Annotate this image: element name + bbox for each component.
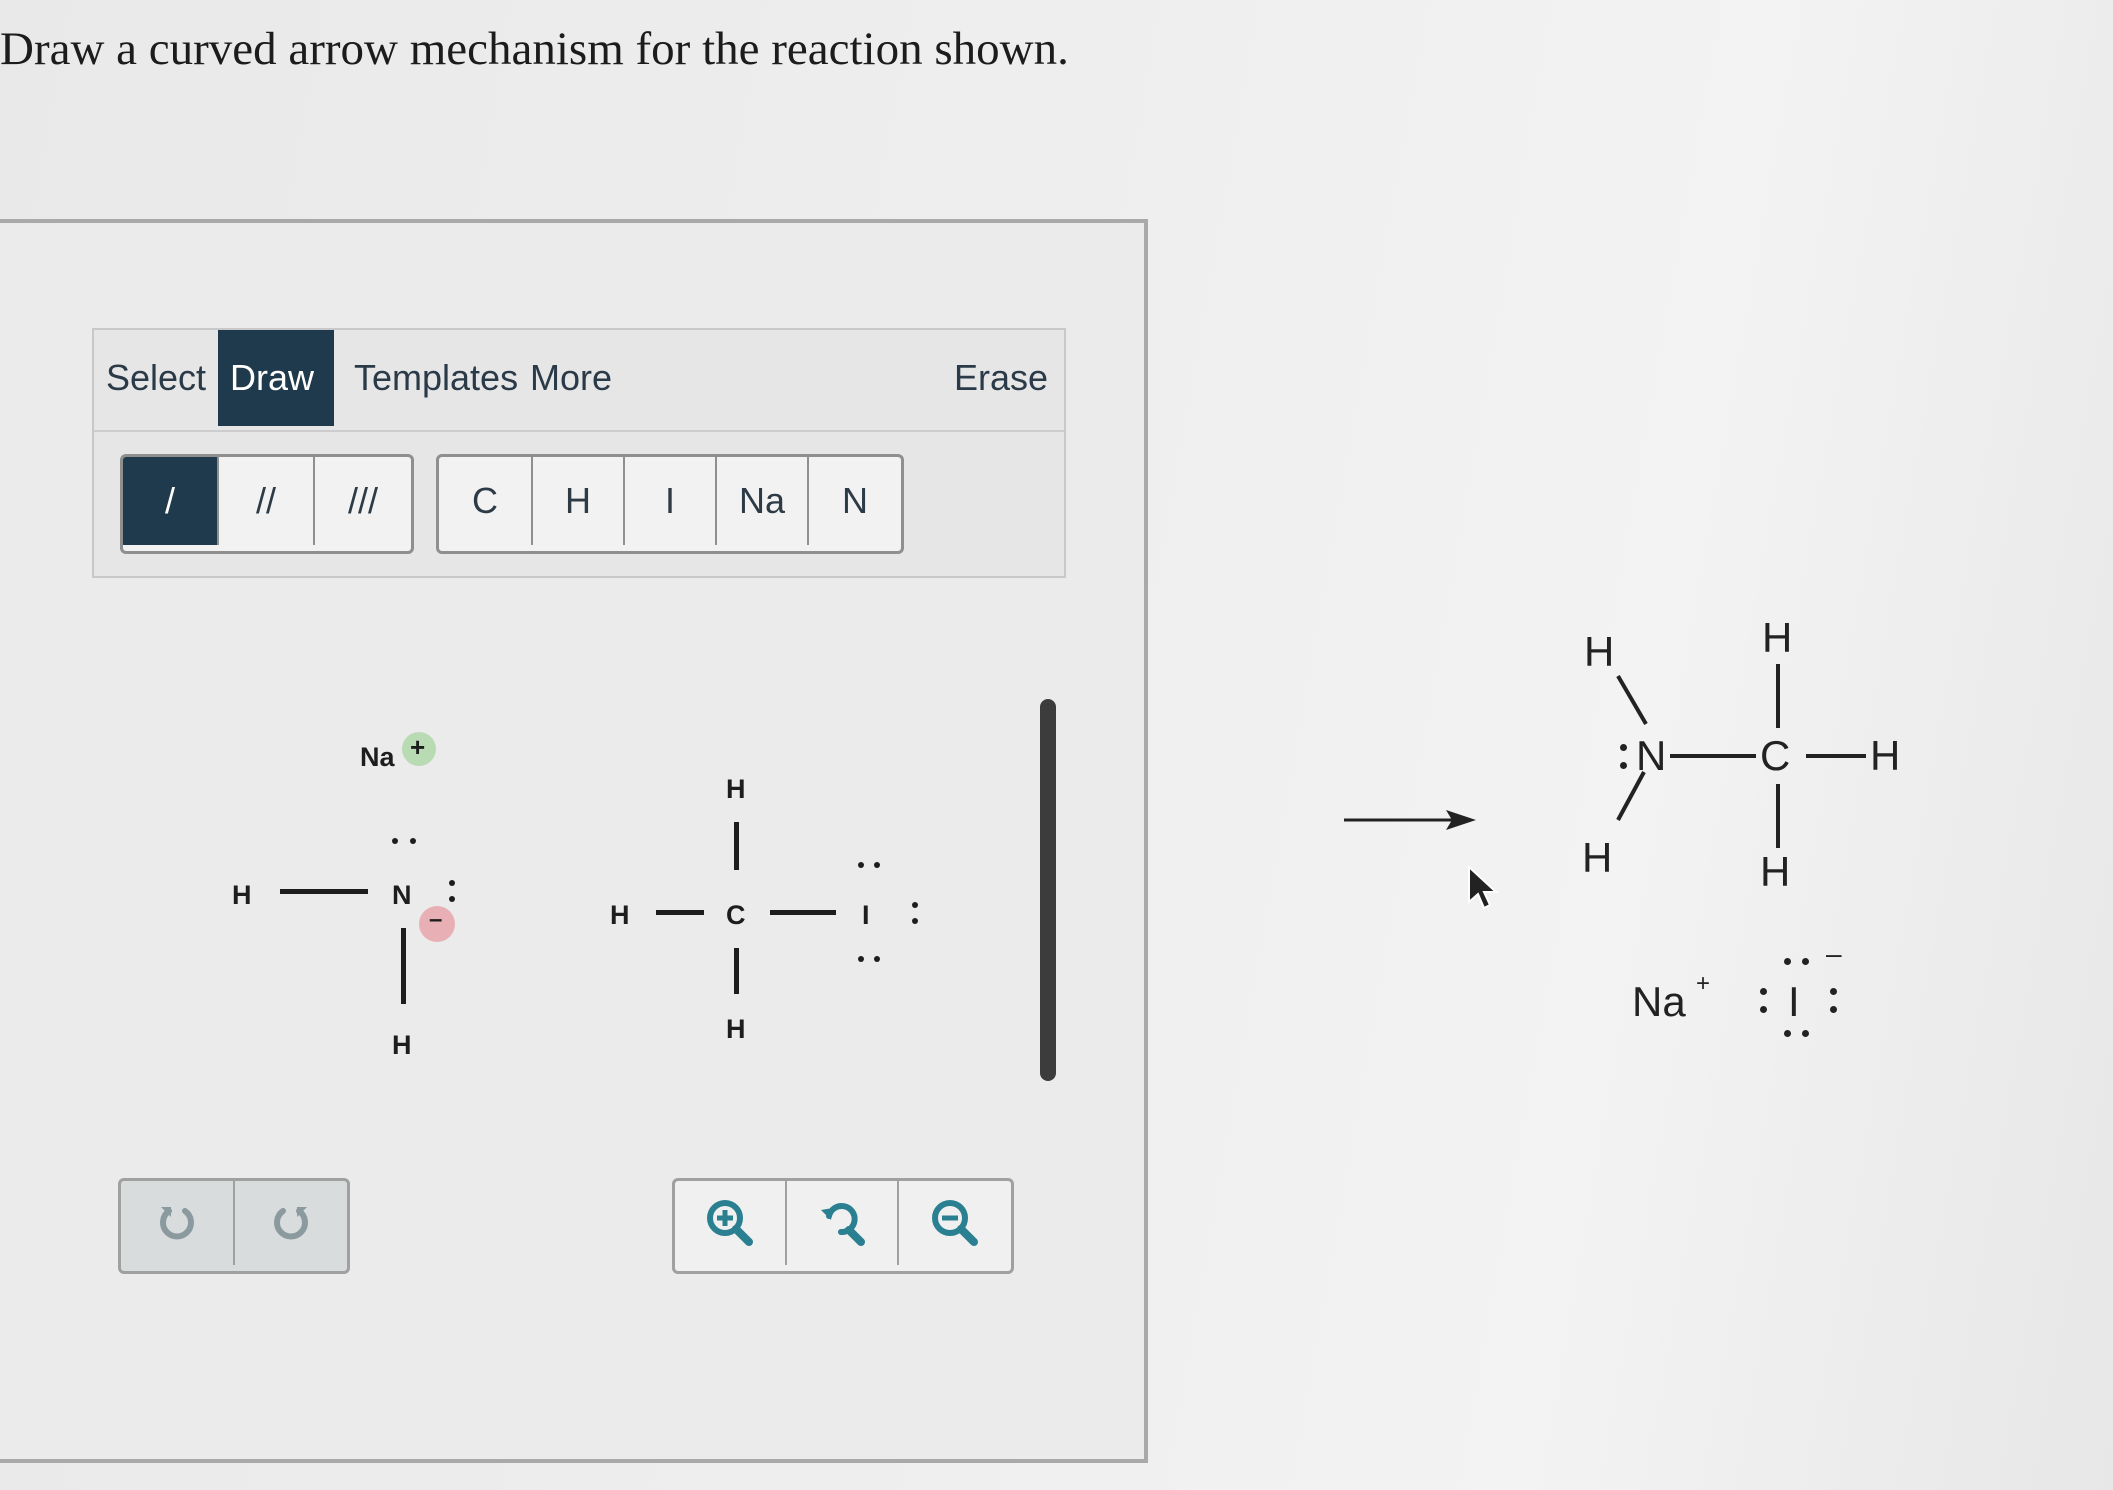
product-bond-n-c xyxy=(1670,754,1756,758)
lone-pair-dot xyxy=(392,838,398,844)
lone-pair-dot xyxy=(874,956,880,962)
product-lone-pair-dot xyxy=(1830,988,1837,995)
lone-pair-dot xyxy=(912,902,918,908)
product-na-atom: Na xyxy=(1632,978,1686,1025)
product-iodide-atom: I xyxy=(1788,978,1800,1025)
i-atom[interactable]: I xyxy=(862,900,870,931)
lone-pair-dot xyxy=(858,862,864,868)
n-atom[interactable]: N xyxy=(392,880,412,911)
h-atom-bottom-c[interactable]: H xyxy=(726,1014,746,1045)
undo-icon xyxy=(160,1207,194,1240)
product-lone-pair-dot xyxy=(1802,958,1809,965)
plus-sign: + xyxy=(410,732,426,762)
product-h-top: H xyxy=(1762,614,1793,661)
zoom-in-icon xyxy=(707,1200,753,1246)
h-atom-left-c[interactable]: H xyxy=(610,900,630,931)
lone-pair-dot xyxy=(449,896,455,902)
bond-c-h-top[interactable] xyxy=(734,822,739,870)
product-n-atom: N xyxy=(1636,732,1667,779)
lone-pair-dot xyxy=(912,918,918,924)
product-lone-pair-dot xyxy=(1760,988,1767,995)
bond-h-c[interactable] xyxy=(656,910,704,915)
mouse-cursor-icon xyxy=(1468,864,1499,910)
reset-zoom-button[interactable] xyxy=(787,1181,899,1265)
product-bond-c-h-bottom xyxy=(1776,784,1780,848)
bond-h-n[interactable] xyxy=(280,889,368,894)
product-bond-c-h-right xyxy=(1806,754,1866,758)
h-atom-below-n[interactable]: H xyxy=(392,1030,412,1061)
product-iodide-charge: – xyxy=(1826,938,1842,969)
product-c-atom: C xyxy=(1760,732,1791,779)
lone-pair-dot xyxy=(858,956,864,962)
bond-c-i[interactable] xyxy=(770,910,836,915)
h-atom-top-c[interactable]: H xyxy=(726,774,746,805)
lone-pair-dot xyxy=(874,862,880,868)
product-lone-pair-dot xyxy=(1760,1006,1767,1013)
na-atom[interactable]: Na xyxy=(360,742,395,773)
product-h-upper-left: H xyxy=(1584,628,1615,675)
h-atom-left-of-n[interactable]: H xyxy=(232,880,252,911)
lone-pair-dot xyxy=(410,838,416,844)
redo-icon xyxy=(274,1207,308,1240)
product-h-bottom: H xyxy=(1760,848,1791,895)
product-lone-pair-dot xyxy=(1620,762,1627,769)
reset-zoom-icon xyxy=(821,1203,865,1246)
minus-sign: – xyxy=(429,906,443,933)
product-lone-pair-dot xyxy=(1784,958,1791,965)
canvas-scrollbar[interactable] xyxy=(1040,699,1056,1081)
undo-button[interactable] xyxy=(121,1181,235,1265)
product-h-right: H xyxy=(1870,732,1901,779)
zoom-out-button[interactable] xyxy=(899,1181,1011,1265)
product-lone-pair-dot xyxy=(1620,744,1627,751)
product-lone-pair-dot xyxy=(1802,1030,1809,1037)
product-h-lower-left: H xyxy=(1582,834,1613,881)
zoom-controls xyxy=(672,1178,1014,1274)
bond-n-h[interactable] xyxy=(401,928,406,1004)
zoom-in-button[interactable] xyxy=(675,1181,787,1265)
c-atom[interactable]: C xyxy=(726,900,746,931)
drawing-canvas[interactable]: Na + H N – H H H C H I xyxy=(0,0,1152,1274)
product-lone-pair-dot xyxy=(1784,1030,1791,1037)
product-lone-pair-dot xyxy=(1830,1006,1837,1013)
product-na-charge: + xyxy=(1696,970,1711,997)
product-bond-c-h-top xyxy=(1776,664,1780,728)
reaction-arrow xyxy=(1344,810,1476,830)
zoom-out-icon xyxy=(932,1200,978,1246)
history-controls xyxy=(118,1178,350,1274)
lone-pair-dot xyxy=(449,880,455,886)
bond-c-h-bottom[interactable] xyxy=(734,948,739,994)
redo-button[interactable] xyxy=(235,1181,347,1265)
